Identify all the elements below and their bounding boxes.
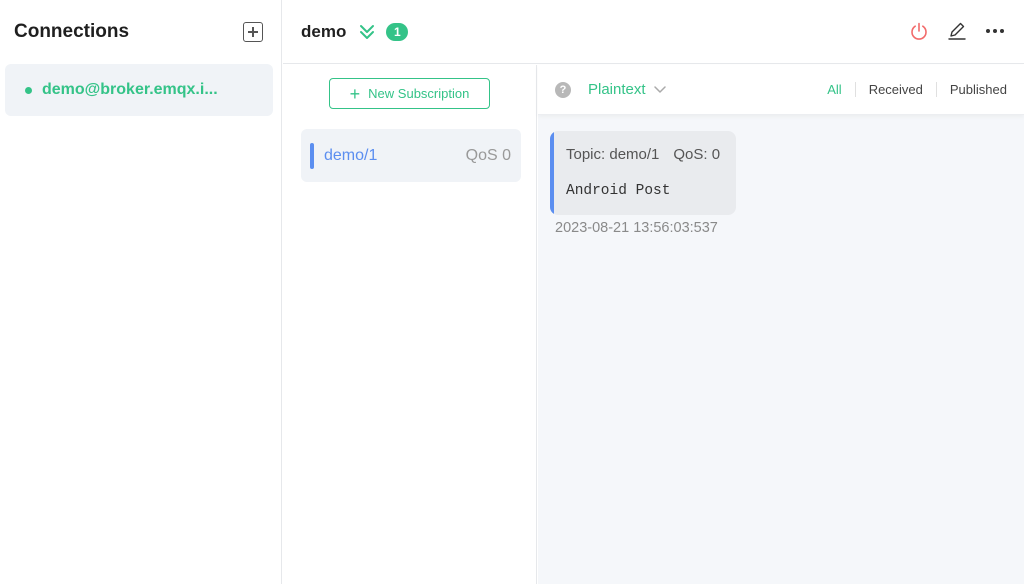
payload-format-value: Plaintext (588, 81, 646, 98)
message-filter-tabs: All Received Published (814, 82, 1007, 97)
subscription-item[interactable]: demo/1 QoS 0 (301, 129, 521, 182)
sidebar-title: Connections (14, 21, 130, 42)
plus-square-icon[interactable] (243, 22, 263, 42)
chevron-down-icon (653, 85, 666, 93)
power-icon[interactable] (908, 20, 930, 42)
message-qos: QoS: 0 (673, 146, 721, 163)
messages-panel: ? Plaintext All Received Published Topic… (538, 65, 1024, 584)
subscription-color-bar (310, 142, 314, 169)
question-circle-icon[interactable]: ? (555, 81, 571, 98)
payload-format-select[interactable]: Plaintext (588, 81, 666, 98)
filter-received[interactable]: Received (854, 82, 936, 97)
double-chevron-down-icon[interactable] (358, 23, 376, 41)
plus-icon: + (349, 83, 361, 104)
sidebar-header: Connections (0, 0, 281, 64)
message-payload: Android Post (566, 183, 671, 199)
connection-header: demo 1 (283, 0, 1024, 64)
subscriptions-panel: + New Subscription demo/1 QoS 0 (283, 65, 537, 584)
header-actions (908, 20, 1006, 42)
more-horizontal-icon[interactable] (984, 20, 1006, 42)
pencil-icon[interactable] (946, 20, 968, 42)
connection-title: demo (301, 21, 347, 41)
subscription-count-badge: 1 (386, 22, 409, 41)
new-subscription-button[interactable]: + New Subscription (329, 78, 490, 109)
connections-sidebar: Connections demo@broker.emqx.i... (0, 0, 282, 584)
subscription-qos: QoS 0 (465, 146, 511, 164)
connection-status-dot (25, 86, 32, 94)
message-header: Topic: demo/1 QoS: 0 (566, 146, 720, 163)
filter-published[interactable]: Published (935, 82, 1007, 97)
messages-toolbar: ? Plaintext All Received Published (538, 65, 1024, 115)
connection-item-demo[interactable]: demo@broker.emqx.i... (5, 64, 273, 116)
message-timestamp: 2023-08-21 13:56:03:537 (555, 220, 718, 236)
connection-name: demo@broker.emqx.i... (42, 81, 218, 98)
message-color-bar (550, 131, 554, 215)
message-card[interactable]: Topic: demo/1 QoS: 0 Android Post (550, 131, 736, 215)
subscription-topic: demo/1 (324, 146, 378, 164)
filter-all[interactable]: All (814, 82, 854, 97)
new-subscription-label: New Subscription (368, 86, 470, 101)
message-topic: Topic: demo/1 (566, 146, 660, 163)
